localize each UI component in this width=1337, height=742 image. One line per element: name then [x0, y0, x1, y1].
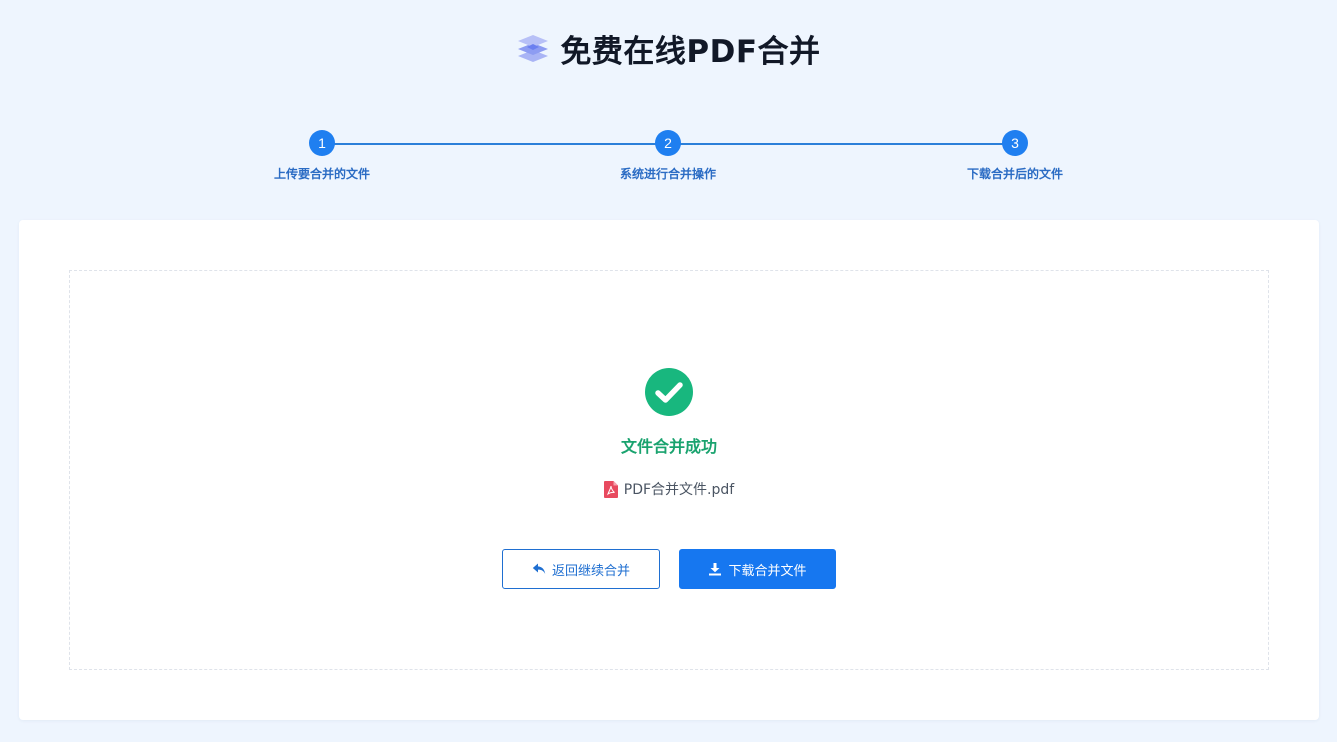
step-number: 3	[1002, 130, 1028, 156]
step-label: 上传要合并的文件	[273, 167, 370, 181]
back-button-label: 返回继续合并	[551, 563, 630, 579]
check-circle-icon	[644, 367, 694, 417]
back-to-merge-button[interactable]: 返回继续合并	[502, 549, 660, 589]
pdf-file-icon	[603, 480, 618, 498]
download-button-label: 下载合并文件	[728, 563, 807, 579]
download-icon	[708, 562, 722, 576]
step-number: 1	[309, 130, 335, 156]
step-number: 2	[655, 130, 681, 156]
step-label: 系统进行合并操作	[619, 167, 716, 181]
download-merged-file-button[interactable]: 下载合并文件	[679, 549, 836, 589]
file-name[interactable]: PDF合并文件.pdf	[624, 479, 734, 499]
result-panel: 文件合并成功 PDF合并文件.pdf 返回继续合并 下载合并文件	[69, 270, 1269, 670]
result-card: 文件合并成功 PDF合并文件.pdf 返回继续合并 下载合并文件	[19, 220, 1319, 720]
success-message: 文件合并成功	[620, 437, 717, 456]
step-upload: 1 上传要合并的文件	[242, 130, 402, 182]
reply-arrow-icon	[532, 562, 546, 576]
layers-icon	[516, 31, 550, 65]
page-title: 免费在线PDF合并	[560, 33, 821, 70]
step-label: 下载合并后的文件	[966, 167, 1063, 181]
merged-file: PDF合并文件.pdf	[70, 479, 1268, 499]
step-download: 3 下载合并后的文件	[935, 130, 1095, 182]
step-merge: 2 系统进行合并操作	[588, 130, 748, 182]
page-header: 免费在线PDF合并	[0, 26, 1337, 70]
progress-steps: 1 上传要合并的文件 2 系统进行合并操作 3 下载合并后的文件	[0, 130, 1337, 190]
